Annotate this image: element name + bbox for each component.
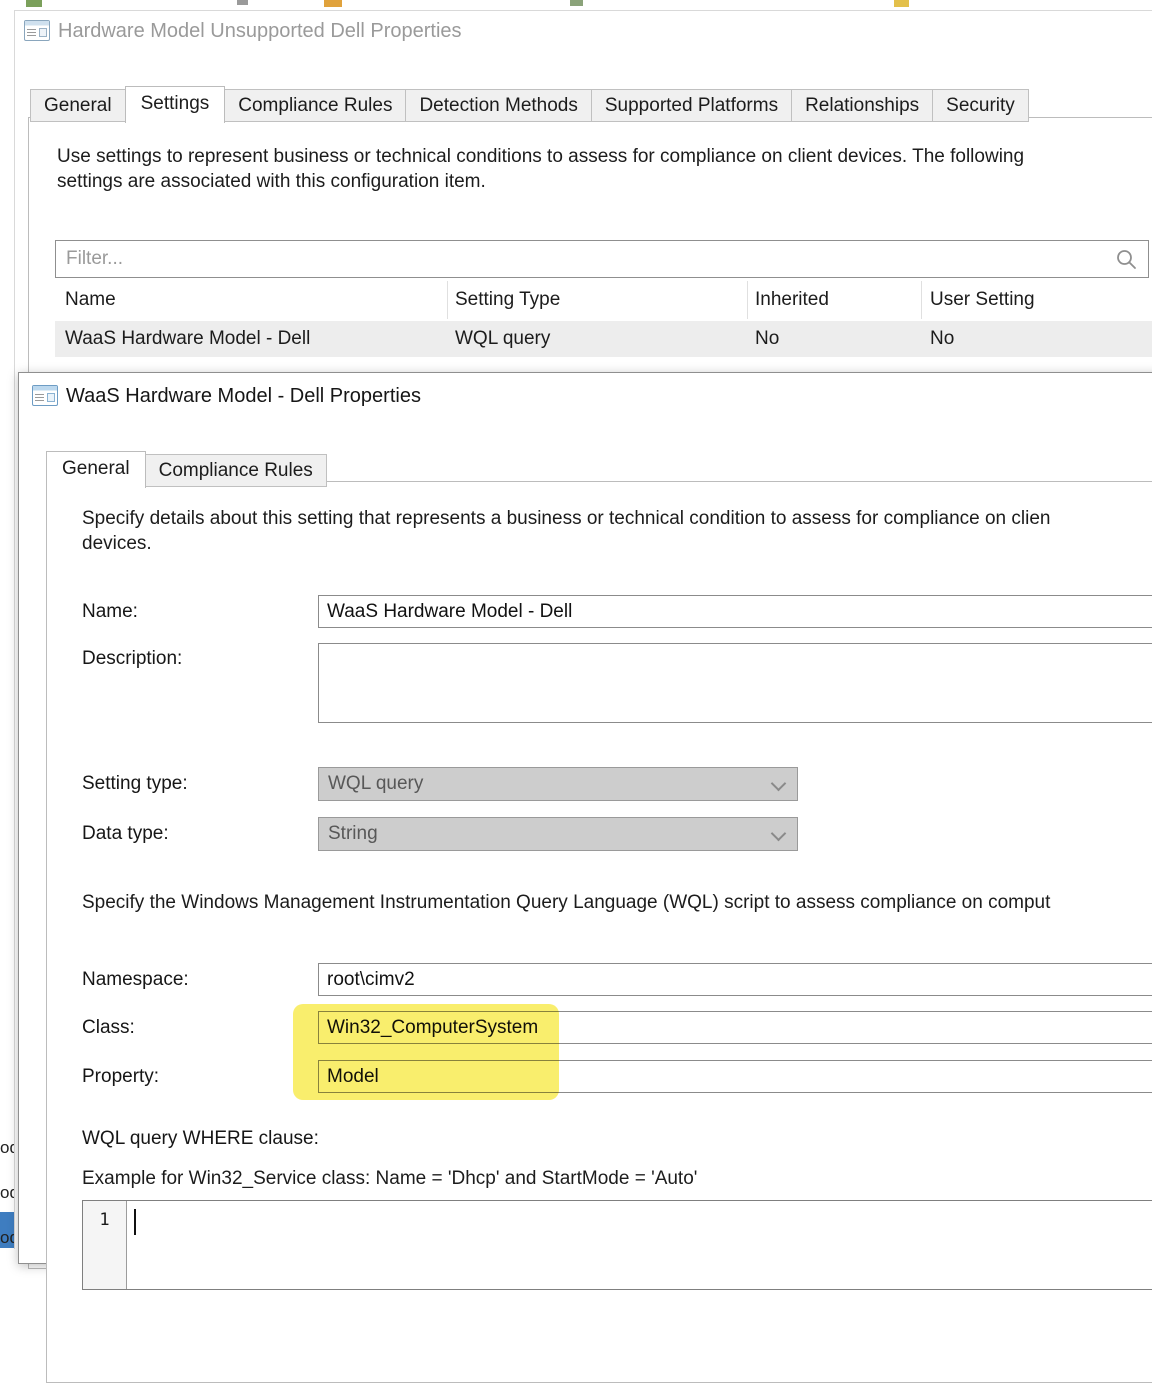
wql-instruction: Specify the Windows Management Instrumen… (82, 892, 1050, 914)
description-label: Description: (82, 648, 182, 670)
setting-type-value: WQL query (328, 773, 423, 794)
filter-box (55, 240, 1149, 278)
background-text-fragment: od (0, 1228, 15, 1248)
column-separator (921, 281, 922, 319)
row-cell-name: WaaS Hardware Model - Dell (65, 321, 310, 357)
inner-dialog-title: WaaS Hardware Model - Dell Properties (66, 385, 421, 408)
tab-compliance-rules[interactable]: Compliance Rules (224, 89, 406, 122)
line-number: 1 (99, 1210, 109, 1230)
chevron-down-icon (771, 776, 787, 792)
background-fragment (894, 0, 909, 7)
background-fragment (237, 0, 248, 5)
inner-tabstrip: General Compliance Rules (46, 451, 327, 487)
editor-line-number-gutter: 1 (83, 1201, 127, 1289)
row-cell-user-setting: No (930, 321, 954, 357)
row-cell-inherited: No (755, 321, 779, 357)
setting-intro-line2: devices. (82, 533, 152, 555)
namespace-field[interactable] (318, 963, 1152, 996)
tab-settings[interactable]: Settings (125, 86, 226, 123)
where-clause-label: WQL query WHERE clause: (82, 1128, 319, 1150)
tab-detection-methods[interactable]: Detection Methods (405, 89, 591, 122)
property-field[interactable] (318, 1060, 1152, 1093)
background-fragment (570, 0, 583, 6)
tab-general[interactable]: General (46, 451, 146, 488)
column-header-name[interactable]: Name (65, 279, 116, 321)
setting-intro-line1: Specify details about this setting that … (82, 508, 1050, 530)
setting-type-label: Setting type: (82, 767, 188, 801)
filter-input[interactable] (56, 241, 1148, 277)
background-fragment (324, 0, 342, 7)
table-row[interactable]: WaaS Hardware Model - Dell WQL query No … (55, 321, 1152, 357)
column-header-setting-type[interactable]: Setting Type (455, 279, 560, 321)
class-label: Class: (82, 1011, 135, 1044)
settings-list-header: Name Setting Type Inherited User Setting (55, 279, 1152, 322)
name-field[interactable] (318, 595, 1152, 628)
class-field[interactable] (318, 1011, 1152, 1044)
properties-dialog-icon (24, 20, 50, 41)
settings-description-line2: settings are associated with this config… (57, 171, 486, 193)
wql-query-editor[interactable]: 1 (82, 1200, 1152, 1290)
namespace-label: Namespace: (82, 963, 189, 996)
property-label: Property: (82, 1060, 159, 1093)
tab-relationships[interactable]: Relationships (791, 89, 933, 122)
setting-type-dropdown: WQL query (318, 767, 798, 801)
data-type-dropdown: String (318, 817, 798, 851)
chevron-down-icon (771, 826, 787, 842)
text-cursor (134, 1209, 136, 1235)
tab-general[interactable]: General (30, 89, 126, 122)
properties-dialog-icon (32, 385, 58, 406)
description-field[interactable] (318, 643, 1152, 723)
outer-dialog-title: Hardware Model Unsupported Dell Properti… (58, 20, 462, 43)
tab-supported-platforms[interactable]: Supported Platforms (591, 89, 792, 122)
background-text-fragment: od (0, 1183, 15, 1203)
background-text-fragment: od (0, 1138, 15, 1158)
data-type-value: String (328, 823, 378, 844)
column-separator (747, 281, 748, 319)
settings-description-line1: Use settings to represent business or te… (57, 146, 1024, 168)
column-separator (447, 281, 448, 319)
outer-tabstrip: General Settings Compliance Rules Detect… (30, 86, 1029, 122)
tab-compliance-rules[interactable]: Compliance Rules (145, 454, 327, 487)
where-clause-example: Example for Win32_Service class: Name = … (82, 1168, 697, 1190)
data-type-label: Data type: (82, 817, 169, 851)
name-label: Name: (82, 595, 138, 628)
column-header-user-setting[interactable]: User Setting (930, 279, 1035, 321)
background-fragment (26, 0, 42, 7)
row-cell-setting-type: WQL query (455, 321, 550, 357)
column-header-inherited[interactable]: Inherited (755, 279, 829, 321)
search-icon (1115, 248, 1138, 271)
tab-security[interactable]: Security (932, 89, 1029, 122)
